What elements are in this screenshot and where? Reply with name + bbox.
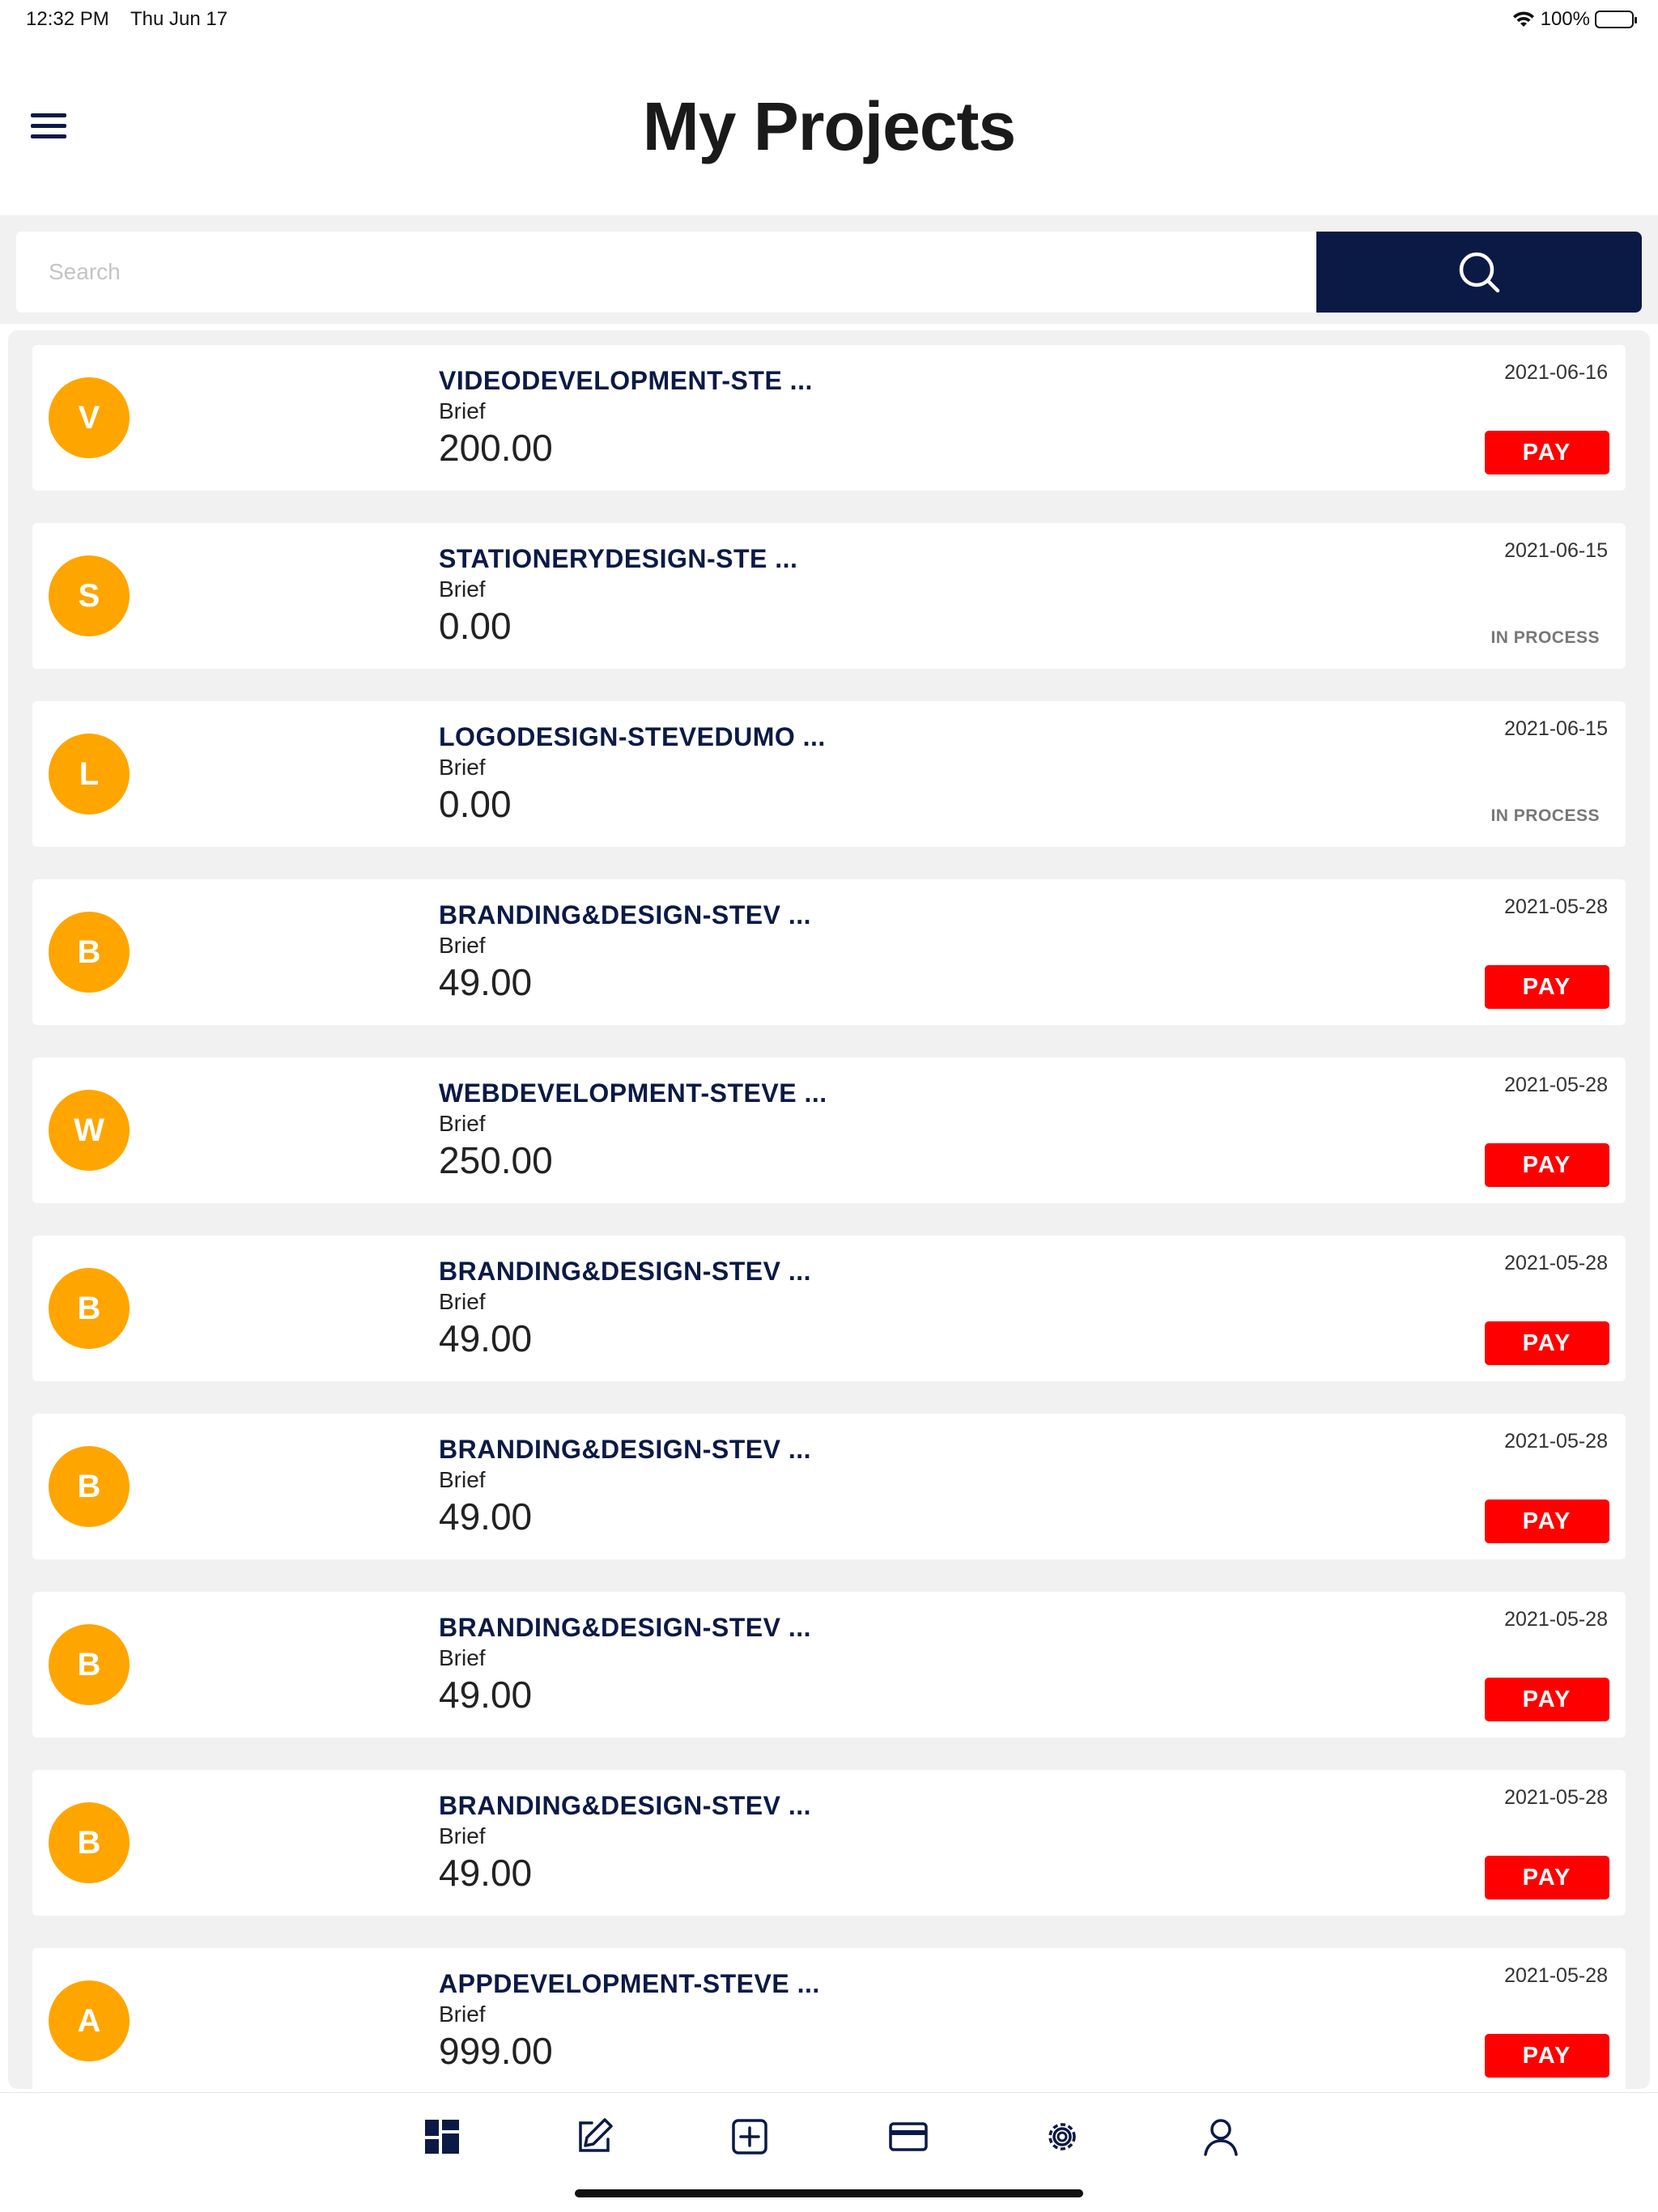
project-date: 2021-06-16 — [1504, 361, 1608, 384]
avatar: S — [49, 555, 130, 636]
project-title: APPDEVELOPMENT-STEVE ... — [439, 1969, 820, 1998]
status-left: 12:32 PM Thu Jun 17 — [26, 8, 244, 31]
project-date: 2021-05-28 — [1504, 1074, 1608, 1096]
add-icon — [732, 2119, 767, 2155]
status-right: 100% — [1511, 8, 1637, 31]
tab-edit[interactable] — [568, 2111, 620, 2163]
home-indicator[interactable] — [575, 2189, 1083, 2197]
header: My Projects — [0, 39, 1658, 215]
tab-settings[interactable] — [1036, 2111, 1088, 2163]
project-title: WEBDEVELOPMENT-STEVE ... — [439, 1078, 827, 1108]
project-title: BRANDING&DESIGN-STEV ... — [439, 1791, 812, 1820]
settings-icon — [1048, 2123, 1076, 2150]
project-subtitle: Brief — [439, 1823, 486, 1848]
tab-add[interactable] — [724, 2111, 776, 2163]
project-amount: 0.00 — [439, 605, 512, 647]
project-amount: 250.00 — [439, 1139, 553, 1181]
project-subtitle: Brief — [439, 1111, 486, 1136]
project-date: 2021-05-28 — [1504, 1786, 1608, 1809]
dashboard-icon — [425, 2120, 459, 2154]
project-date: 2021-05-28 — [1504, 895, 1608, 918]
project-amount: 49.00 — [439, 961, 533, 1003]
project-subtitle: Brief — [439, 755, 486, 780]
project-card[interactable]: L LOGODESIGN-STEVEDUMO ... Brief 0.00 2021-0… — [32, 701, 1626, 847]
project-amount: 49.00 — [439, 1317, 533, 1359]
pay-button[interactable]: PAY — [1485, 1499, 1609, 1543]
project-title: BRANDING&DESIGN-STEV ... — [439, 1257, 812, 1286]
project-amount: 200.00 — [439, 427, 553, 469]
project-amount: 999.00 — [439, 2030, 553, 2072]
pay-button[interactable]: PAY — [1485, 1856, 1609, 1899]
battery-percent: 100% — [1540, 8, 1590, 30]
avatar: B — [49, 1624, 130, 1705]
battery-icon — [1595, 11, 1637, 28]
credit-card-icon — [889, 2122, 928, 2151]
pay-button[interactable]: PAY — [1485, 965, 1609, 1009]
project-card[interactable]: B BRANDING&DESIGN-STEV ... Brief 49.00 2021-… — [32, 1770, 1626, 1916]
pay-button[interactable]: PAY — [1485, 2034, 1609, 2078]
avatar: B — [49, 1446, 130, 1527]
status-bar: 12:32 PM Thu Jun 17 100% — [0, 0, 1658, 39]
tab-profile[interactable] — [1195, 2111, 1247, 2163]
search-button[interactable] — [1316, 232, 1642, 313]
project-date: 2021-06-15 — [1504, 539, 1608, 562]
project-date: 2021-05-28 — [1504, 1430, 1608, 1453]
project-subtitle: Brief — [439, 2001, 486, 2027]
project-card[interactable]: A APPDEVELOPMENT-STEVE ... Brief 999.00 2021… — [32, 1948, 1626, 2089]
avatar: W — [49, 1090, 130, 1171]
project-amount: 49.00 — [439, 1852, 533, 1894]
project-list[interactable]: V VIDEODEVELOPMENT-STE ... Brief 200.00 2021… — [8, 330, 1650, 2089]
project-title: BRANDING&DESIGN-STEV ... — [439, 1435, 812, 1464]
avatar: B — [49, 1268, 130, 1349]
avatar: L — [49, 734, 130, 815]
project-subtitle: Brief — [439, 1645, 486, 1670]
avatar: A — [49, 1980, 130, 2061]
pay-button[interactable]: PAY — [1485, 431, 1609, 474]
project-subtitle: Brief — [439, 1289, 486, 1314]
tab-dashboard[interactable] — [416, 2111, 468, 2163]
project-card[interactable]: V VIDEODEVELOPMENT-STE ... Brief 200.00 2021… — [32, 345, 1626, 491]
tab-payments[interactable] — [882, 2111, 934, 2163]
search-bar — [0, 215, 1658, 324]
project-title: STATIONERYDESIGN-STE ... — [439, 544, 798, 573]
wifi-icon — [1512, 11, 1534, 27]
search-input[interactable] — [16, 232, 1316, 313]
project-subtitle: Brief — [439, 1467, 486, 1492]
project-date: 2021-05-28 — [1504, 1252, 1608, 1274]
project-title: VIDEODEVELOPMENT-STE ... — [439, 366, 813, 395]
project-date: 2021-05-28 — [1504, 1964, 1608, 1987]
edit-icon — [579, 2118, 613, 2152]
status-time: 12:32 PM — [26, 8, 109, 30]
project-title: LOGODESIGN-STEVEDUMO ... — [439, 722, 826, 751]
status-date: Thu Jun 17 — [130, 8, 228, 30]
pay-button[interactable]: PAY — [1485, 1143, 1609, 1187]
project-card[interactable]: B BRANDING&DESIGN-STEV ... Brief 49.00 2021-… — [32, 879, 1626, 1025]
project-amount: 49.00 — [439, 1674, 533, 1716]
project-title: BRANDING&DESIGN-STEV ... — [439, 1613, 812, 1642]
project-card[interactable]: B BRANDING&DESIGN-STEV ... Brief 49.00 2021-… — [32, 1236, 1626, 1381]
status-label: IN PROCESS — [1490, 806, 1600, 825]
project-card[interactable]: W WEBDEVELOPMENT-STEVE ... Brief 250.00 2021… — [32, 1057, 1626, 1203]
avatar: B — [49, 912, 130, 993]
profile-icon — [1204, 2119, 1238, 2156]
project-subtitle: Brief — [439, 933, 486, 958]
project-amount: 0.00 — [439, 783, 512, 825]
avatar: B — [49, 1802, 130, 1883]
page-title: My Projects — [642, 88, 1017, 164]
project-card[interactable]: B BRANDING&DESIGN-STEV ... Brief 49.00 2021-… — [32, 1592, 1626, 1738]
avatar: V — [49, 377, 130, 458]
project-subtitle: Brief — [439, 398, 486, 423]
project-amount: 49.00 — [439, 1495, 533, 1538]
project-card[interactable]: B BRANDING&DESIGN-STEV ... Brief 49.00 2021-… — [32, 1414, 1626, 1559]
project-title: BRANDING&DESIGN-STEV ... — [439, 900, 812, 929]
project-subtitle: Brief — [439, 576, 486, 602]
search-icon — [1459, 252, 1500, 293]
status-label: IN PROCESS — [1490, 628, 1600, 647]
project-card[interactable]: S STATIONERYDESIGN-STE ... Brief 0.00 2021-0… — [32, 523, 1626, 669]
project-date: 2021-06-15 — [1504, 717, 1608, 740]
pay-button[interactable]: PAY — [1485, 1678, 1609, 1721]
project-date: 2021-05-28 — [1504, 1608, 1608, 1631]
pay-button[interactable]: PAY — [1485, 1321, 1609, 1365]
